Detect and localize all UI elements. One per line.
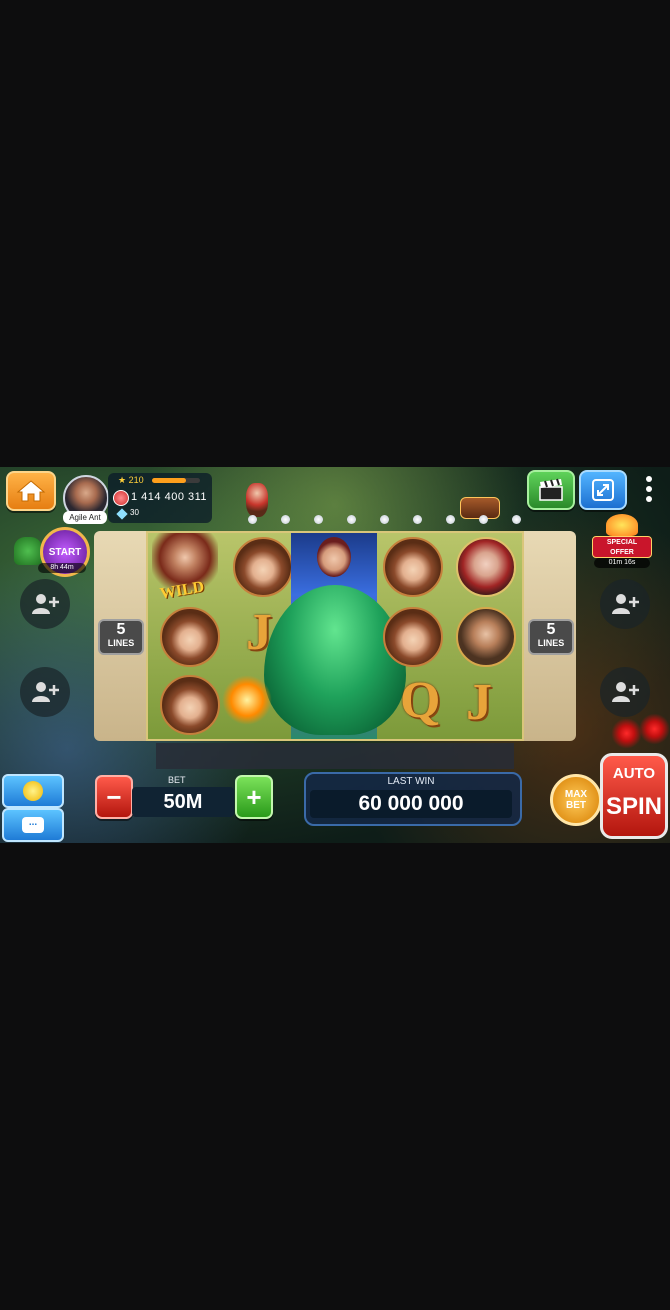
add-friend-button-2[interactable] <box>20 667 70 717</box>
add-friend-button-3[interactable] <box>600 579 650 629</box>
more-vertical-icon[interactable] <box>632 470 666 508</box>
level-badge: ★ 210 <box>118 475 144 485</box>
add-friend-icon <box>612 682 639 702</box>
add-friend-icon <box>32 682 59 702</box>
gem-balance: 30 <box>130 508 139 517</box>
emoji-icon <box>23 781 43 801</box>
dwarf-symbol <box>160 675 220 735</box>
dwarf-symbol <box>383 607 443 667</box>
lines-indicator-left: 5 LINES <box>98 619 144 655</box>
coin-balance: 1 414 400 311 <box>131 491 208 503</box>
home-icon <box>16 480 46 502</box>
xp-progress-bar <box>152 478 200 483</box>
dwarf-symbol <box>233 537 293 597</box>
add-friend-icon <box>32 594 59 614</box>
username-label: Agile Ant <box>63 511 107 524</box>
fullscreen-icon <box>592 479 614 501</box>
coins-icon <box>113 490 129 506</box>
fullscreen-button[interactable] <box>579 470 627 510</box>
fire-effect <box>222 675 272 725</box>
last-win-value: 60 000 000 <box>310 790 512 818</box>
lines-right-label: LINES <box>537 638 565 648</box>
spin-label[interactable]: SPIN <box>603 793 665 821</box>
add-friend-icon <box>612 594 639 614</box>
dwarf-symbol <box>383 537 443 597</box>
special-offer-button[interactable]: SPECIAL OFFER 01m 16s <box>592 514 652 570</box>
level-value: 210 <box>128 475 144 485</box>
lines-left-label: LINES <box>107 638 135 648</box>
video-clapper-icon <box>539 478 563 501</box>
max-bet-button[interactable]: MAX BET <box>550 774 602 826</box>
home-button[interactable] <box>6 471 56 511</box>
special-offer-line1: SPECIAL <box>606 539 638 546</box>
dwarf-mascot <box>246 483 268 517</box>
bet-increase-button[interactable]: + <box>235 775 273 819</box>
red-flowers-decoration <box>608 707 670 751</box>
max-bet-line1: MAX <box>564 789 588 800</box>
event-timer: 8h 44m <box>38 563 86 573</box>
lines-left-count: 5 <box>116 621 126 638</box>
slot-game-view: Agile Ant ★ 210 1 414 400 311 30 START 8… <box>0 467 670 843</box>
lines-indicator-right: 5 LINES <box>528 619 574 655</box>
queen-symbol <box>456 537 516 597</box>
xp-progress-fill <box>152 478 186 483</box>
letter-q-symbol: Q <box>400 672 441 729</box>
chat-icon: ... <box>22 817 44 833</box>
offer-burst-icon <box>606 514 638 536</box>
bet-label: BET <box>168 775 186 785</box>
video-reward-button[interactable] <box>527 470 575 510</box>
special-offer-label: SPECIAL OFFER <box>592 536 652 558</box>
letter-j-symbol: J <box>466 674 492 731</box>
princess-symbol-head <box>317 537 351 577</box>
reels-bottom-strip <box>156 743 514 769</box>
special-offer-timer: 01m 16s <box>594 558 650 568</box>
lines-right-count: 5 <box>546 621 556 638</box>
chat-button[interactable]: ... <box>2 808 64 842</box>
bet-decrease-button[interactable]: − <box>95 775 133 819</box>
christmas-tree-icon <box>14 537 42 565</box>
start-label: START <box>48 546 82 558</box>
emoji-button[interactable] <box>2 774 64 808</box>
last-win-label: LAST WIN <box>387 776 435 787</box>
pearl-progress <box>228 515 548 525</box>
special-offer-line2: OFFER <box>610 549 634 556</box>
max-bet-line2: BET <box>565 800 586 811</box>
add-friend-button-1[interactable] <box>20 579 70 629</box>
prince-symbol <box>456 607 516 667</box>
bet-value: 50M <box>132 787 234 817</box>
dwarf-symbol <box>160 607 220 667</box>
auto-spin-label[interactable]: AUTO <box>606 765 662 782</box>
